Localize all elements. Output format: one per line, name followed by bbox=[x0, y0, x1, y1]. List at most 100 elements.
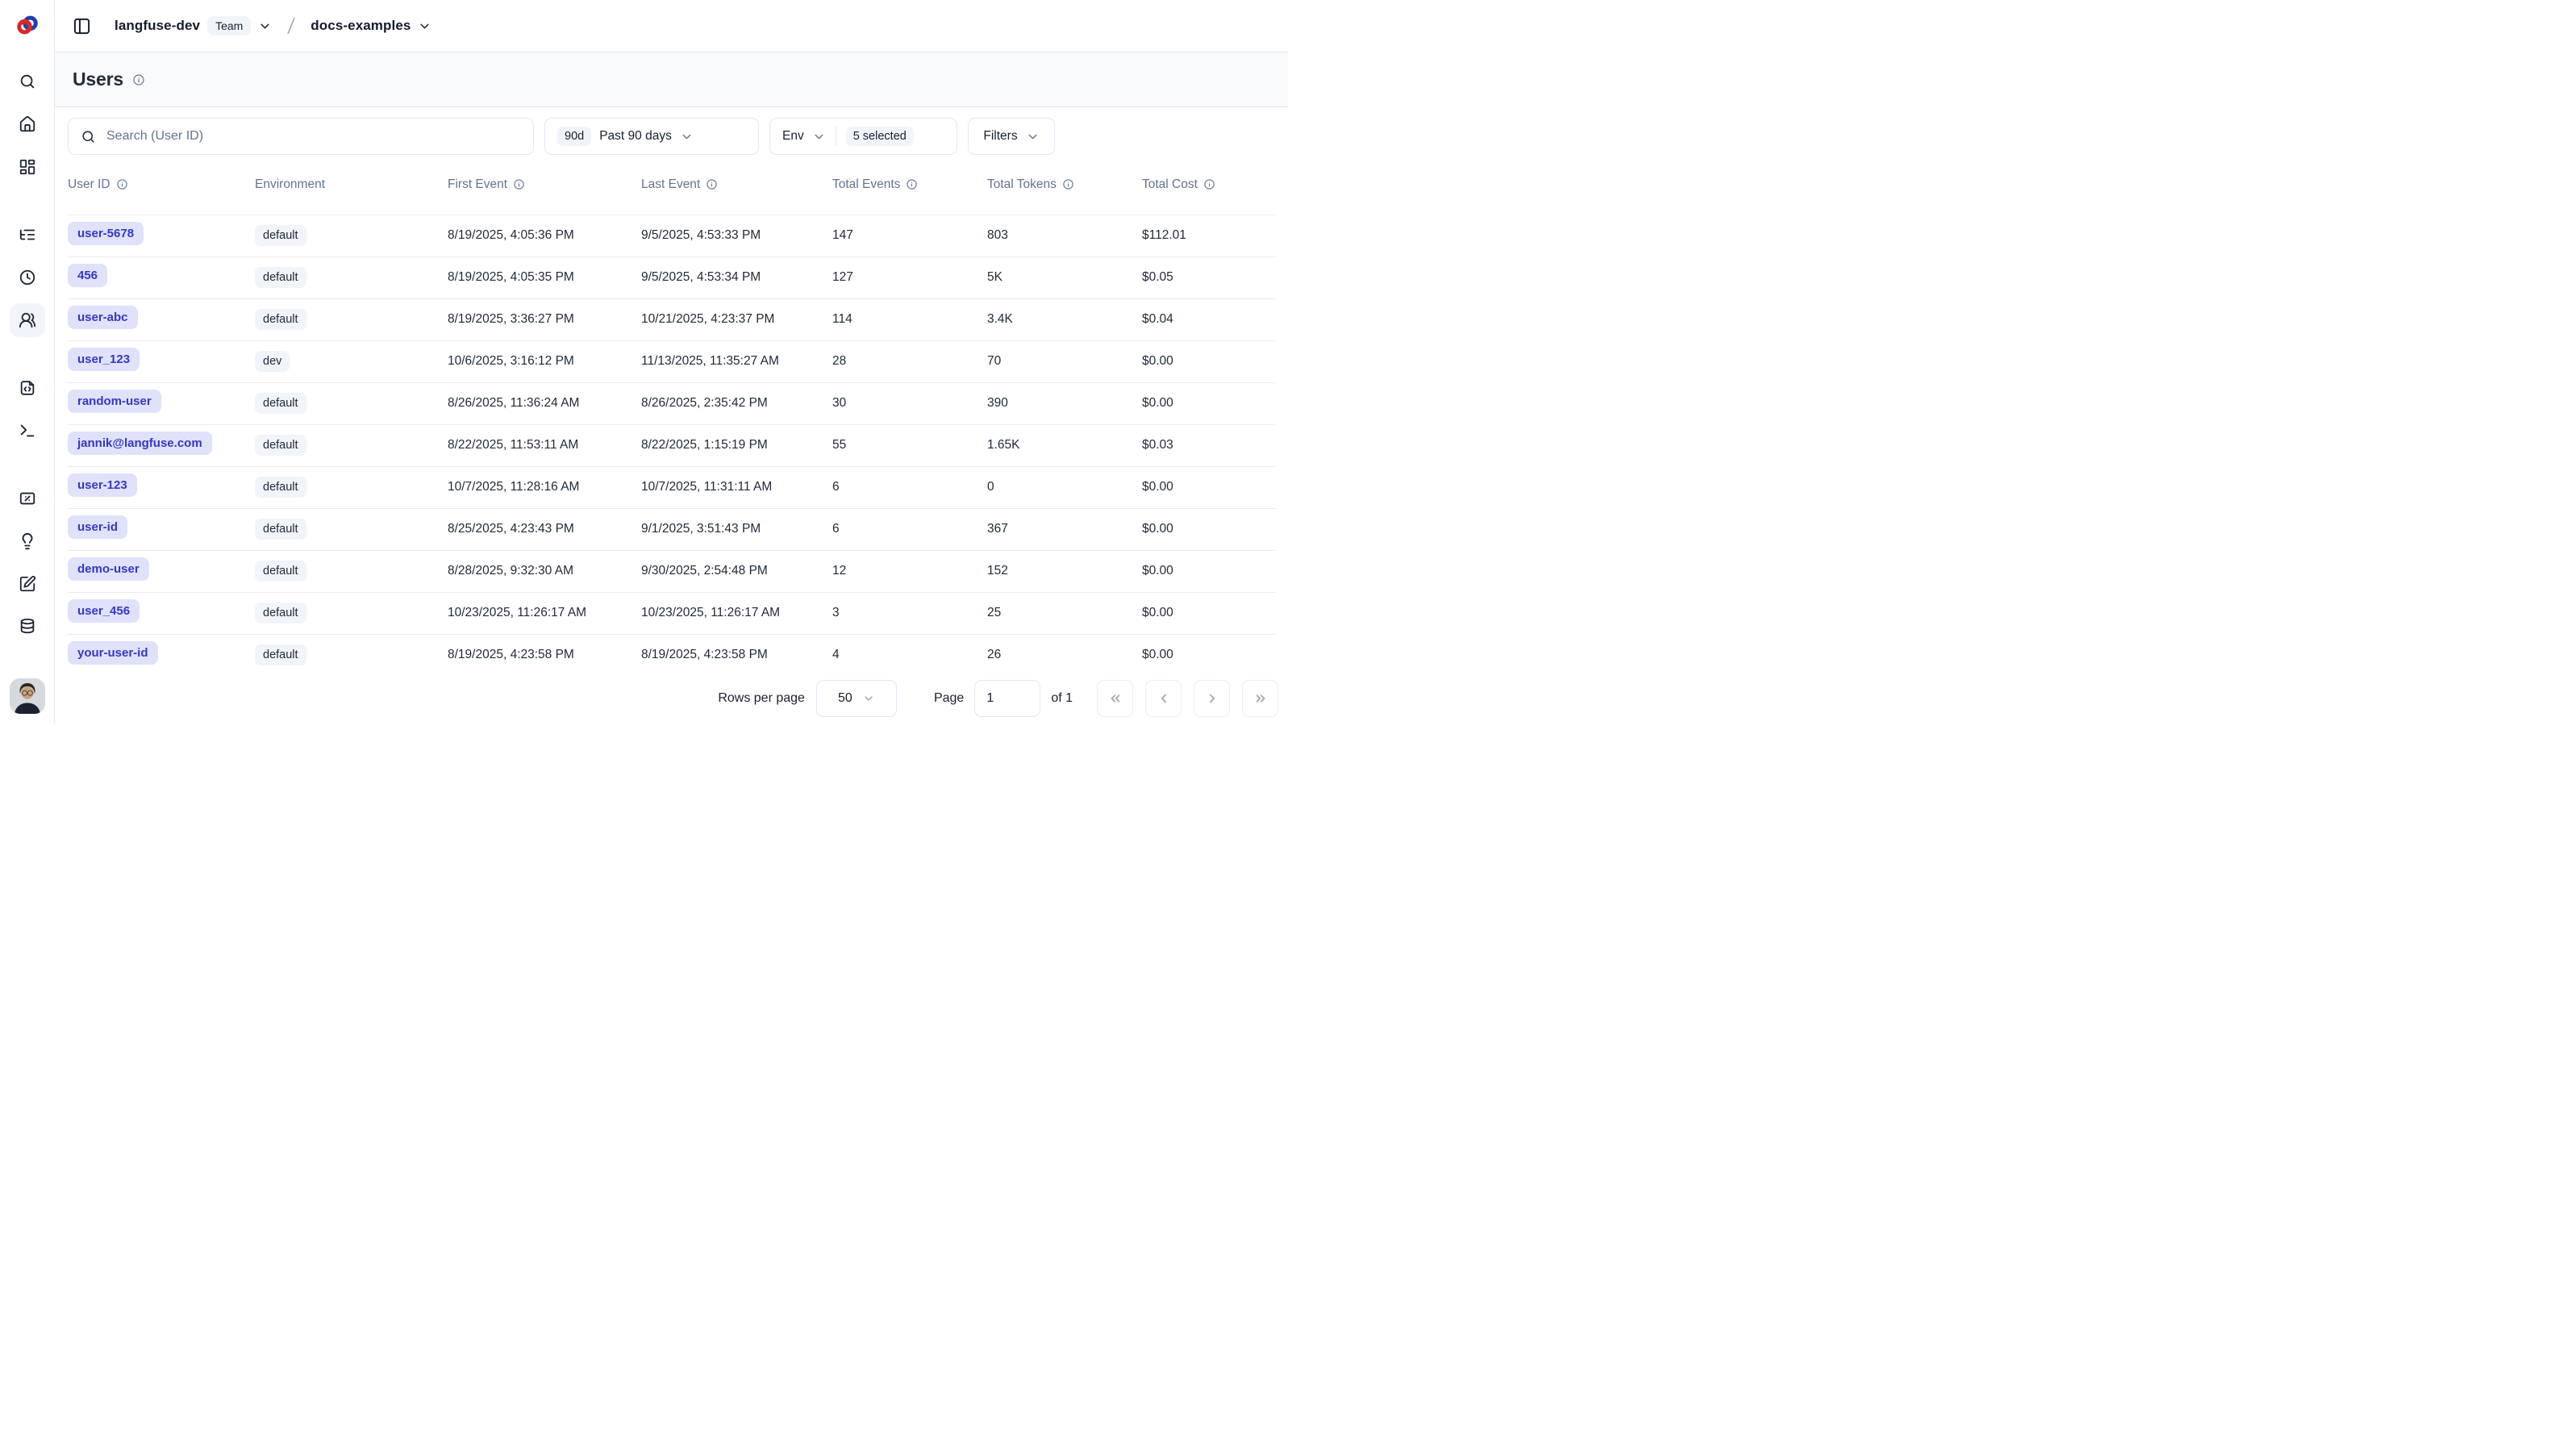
user-avatar[interactable] bbox=[10, 678, 45, 714]
user-id-badge[interactable]: user-123 bbox=[68, 473, 137, 497]
environment-badge: default bbox=[255, 435, 306, 456]
info-icon[interactable] bbox=[1203, 178, 1215, 190]
info-icon[interactable] bbox=[116, 178, 128, 190]
first-event-cell: 8/19/2025, 3:36:27 PM bbox=[448, 298, 641, 340]
home-icon[interactable] bbox=[10, 107, 45, 141]
prompts-icon[interactable] bbox=[10, 371, 45, 405]
organization-chevron-down-icon[interactable] bbox=[258, 19, 272, 33]
last-event-cell: 10/7/2025, 11:31:11 AM bbox=[641, 466, 832, 508]
table-row[interactable]: jannik@langfuse.comdefault8/22/2025, 11:… bbox=[68, 424, 1275, 466]
langfuse-logo bbox=[12, 10, 43, 40]
next-page-button[interactable] bbox=[1194, 680, 1230, 717]
table-row[interactable]: demo-userdefault8/28/2025, 9:32:30 AM9/3… bbox=[68, 550, 1275, 592]
table-row[interactable]: user_456default10/23/2025, 11:26:17 AM10… bbox=[68, 592, 1275, 634]
annotation-icon[interactable] bbox=[10, 567, 45, 601]
environment-badge: default bbox=[255, 603, 306, 623]
sessions-icon[interactable] bbox=[10, 261, 45, 294]
last-page-button[interactable] bbox=[1242, 680, 1278, 717]
user-id-badge[interactable]: user-abc bbox=[68, 306, 138, 329]
table-row[interactable]: user-123default10/7/2025, 11:28:16 AM10/… bbox=[68, 466, 1275, 508]
environment-filter-label: Env bbox=[782, 129, 804, 144]
datasets-icon[interactable] bbox=[10, 610, 45, 644]
first-event-cell: 8/19/2025, 4:23:58 PM bbox=[448, 634, 641, 676]
environment-badge: default bbox=[255, 477, 306, 498]
user-id-badge[interactable]: demo-user bbox=[68, 557, 149, 581]
user-id-badge[interactable]: jannik@langfuse.com bbox=[68, 432, 212, 455]
breadcrumb-separator bbox=[282, 15, 300, 36]
organization-plan-badge[interactable]: Team bbox=[207, 16, 251, 35]
last-event-cell: 10/23/2025, 11:26:17 AM bbox=[641, 592, 832, 634]
total-cost-cell: $112.01 bbox=[1142, 215, 1275, 256]
table-row[interactable]: your-user-iddefault8/19/2025, 4:23:58 PM… bbox=[68, 634, 1275, 676]
users-icon[interactable] bbox=[10, 303, 45, 337]
top-header: langfuse-dev Team docs-examples bbox=[55, 0, 1288, 52]
total-events-cell: 28 bbox=[832, 340, 987, 382]
last-event-cell: 8/26/2025, 2:35:42 PM bbox=[641, 382, 832, 424]
insights-icon[interactable] bbox=[10, 524, 45, 558]
total-tokens-cell: 803 bbox=[987, 215, 1142, 256]
organization-name[interactable]: langfuse-dev bbox=[115, 18, 200, 34]
page-number-input[interactable] bbox=[974, 680, 1040, 717]
environment-badge: default bbox=[255, 267, 306, 288]
dashboards-icon[interactable] bbox=[10, 150, 45, 184]
total-events-cell: 127 bbox=[832, 256, 987, 298]
table-row[interactable]: user-abcdefault8/19/2025, 3:36:27 PM10/2… bbox=[68, 298, 1275, 340]
project-name[interactable]: docs-examples bbox=[311, 18, 411, 34]
environment-badge: default bbox=[255, 225, 306, 246]
search-box bbox=[68, 118, 534, 155]
column-header-label: User ID bbox=[68, 177, 110, 192]
column-header-total-cost: Total Cost bbox=[1142, 155, 1275, 215]
first-page-button[interactable] bbox=[1097, 680, 1133, 717]
user-id-badge[interactable]: user-id bbox=[68, 515, 127, 539]
tracing-icon[interactable] bbox=[10, 218, 45, 252]
user-id-badge[interactable]: random-user bbox=[68, 390, 161, 413]
total-cost-cell: $0.00 bbox=[1142, 634, 1275, 676]
environment-filter-button[interactable]: Env 5 selected bbox=[769, 118, 957, 155]
rows-per-page-label: Rows per page bbox=[718, 691, 805, 706]
first-event-cell: 8/19/2025, 4:05:36 PM bbox=[448, 215, 641, 256]
playground-icon[interactable] bbox=[10, 414, 45, 448]
sidebar-toggle-icon[interactable] bbox=[66, 10, 97, 41]
info-icon[interactable] bbox=[513, 178, 525, 190]
table-row[interactable]: user-iddefault8/25/2025, 4:23:43 PM9/1/2… bbox=[68, 508, 1275, 550]
page-title-info-icon[interactable] bbox=[132, 73, 145, 86]
total-events-cell: 55 bbox=[832, 424, 987, 466]
table-row[interactable]: user_123dev10/6/2025, 3:16:12 PM11/13/20… bbox=[68, 340, 1275, 382]
environment-badge: default bbox=[255, 519, 306, 540]
environment-badge: default bbox=[255, 561, 306, 582]
user-id-badge[interactable]: your-user-id bbox=[68, 641, 158, 665]
total-events-cell: 114 bbox=[832, 298, 987, 340]
toolbar: 90d Past 90 days Env 5 selected Filters bbox=[68, 118, 1275, 155]
environment-badge: default bbox=[255, 393, 306, 414]
user-id-badge[interactable]: user-5678 bbox=[68, 222, 144, 245]
table-row[interactable]: random-user default 8/26/2025, 11:36:24 AM… bbox=[68, 382, 1275, 424]
date-range-button[interactable]: 90d Past 90 days bbox=[544, 118, 759, 155]
rows-per-page-select[interactable]: 50 bbox=[816, 680, 897, 717]
table-row[interactable]: 456default8/19/2025, 4:05:35 PM9/5/2025,… bbox=[68, 256, 1275, 298]
info-icon[interactable] bbox=[906, 178, 918, 190]
total-cost-cell: $0.00 bbox=[1142, 382, 1275, 424]
project-chevron-down-icon[interactable] bbox=[418, 19, 431, 33]
info-icon[interactable] bbox=[706, 178, 718, 190]
first-event-cell: 8/25/2025, 4:23:43 PM bbox=[448, 508, 641, 550]
user-id-badge[interactable]: user_123 bbox=[68, 348, 140, 371]
total-tokens-cell: 152 bbox=[987, 550, 1142, 592]
table-body: user-5678default8/19/2025, 4:05:36 PM9/5… bbox=[68, 215, 1275, 676]
column-header-label: Total Events bbox=[832, 177, 900, 192]
last-event-cell: 9/30/2025, 2:54:48 PM bbox=[641, 550, 832, 592]
evaluation-icon[interactable] bbox=[10, 482, 45, 515]
chevron-down-icon bbox=[862, 692, 875, 705]
previous-page-button[interactable] bbox=[1145, 680, 1182, 717]
content: 90d Past 90 days Env 5 selected Filters bbox=[55, 107, 1288, 676]
table-row[interactable]: user-5678default8/19/2025, 4:05:36 PM9/5… bbox=[68, 215, 1275, 256]
info-icon[interactable] bbox=[1062, 178, 1074, 190]
column-header-user-id: User ID bbox=[68, 155, 255, 215]
search-input[interactable] bbox=[105, 128, 521, 144]
user-id-badge[interactable]: user_456 bbox=[68, 599, 140, 623]
total-tokens-cell: 5K bbox=[987, 256, 1142, 298]
user-id-badge[interactable]: 456 bbox=[68, 264, 107, 287]
search-icon[interactable] bbox=[10, 65, 45, 98]
column-header-label: First Event bbox=[448, 177, 507, 192]
filters-button[interactable]: Filters bbox=[968, 118, 1055, 155]
first-event-cell: 8/26/2025, 11:36:24 AM bbox=[448, 382, 641, 424]
